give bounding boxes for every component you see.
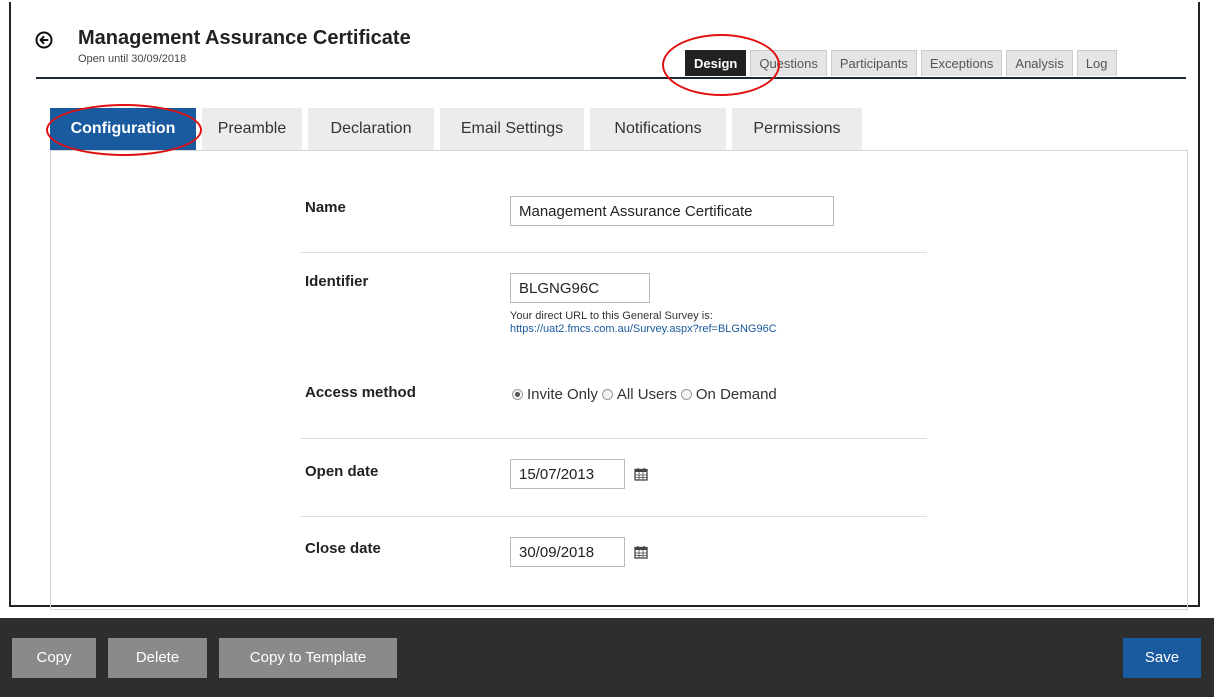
divider: [300, 438, 927, 439]
circle-arrow-left-icon[interactable]: [35, 31, 53, 49]
radio-label: On Demand: [695, 386, 777, 403]
tab-permissions[interactable]: Permissions: [732, 108, 862, 150]
identifier-help-text: Your direct URL to this General Survey i…: [510, 310, 713, 322]
tab-declaration[interactable]: Declaration: [308, 108, 434, 150]
tab-exceptions[interactable]: Exceptions: [920, 50, 1003, 76]
radio-button[interactable]: [512, 389, 523, 400]
copy-button[interactable]: Copy: [12, 638, 96, 678]
identifier-input[interactable]: [510, 273, 650, 303]
radio-label: All Users: [616, 386, 677, 403]
calendar-icon[interactable]: [634, 545, 648, 559]
close-date-input[interactable]: [510, 537, 625, 567]
radio-all-users[interactable]: All Users: [601, 386, 677, 403]
name-label: Name: [305, 199, 346, 216]
tab-preamble[interactable]: Preamble: [202, 108, 302, 150]
page-title: Management Assurance Certificate: [78, 27, 411, 49]
survey-url-link[interactable]: https://uat2.fmcs.com.au/Survey.aspx?ref…: [510, 323, 777, 335]
tab-analysis[interactable]: Analysis: [1006, 50, 1073, 76]
top-tab-bar: Design Questions Participants Exceptions…: [685, 50, 1121, 76]
access-method-label: Access method: [305, 384, 416, 401]
name-input[interactable]: [510, 196, 834, 226]
page-subtitle: Open until 30/09/2018: [78, 53, 187, 65]
divider: [300, 252, 927, 253]
tab-configuration[interactable]: Configuration: [50, 108, 196, 150]
access-method-group: Invite Only All Users On Demand: [512, 386, 781, 403]
tab-participants[interactable]: Participants: [830, 50, 917, 76]
sub-tab-bar: Configuration Preamble Declaration Email…: [50, 108, 868, 150]
close-date-label: Close date: [305, 540, 381, 557]
tab-divider: [36, 77, 1186, 79]
radio-invite-only[interactable]: Invite Only: [512, 386, 598, 403]
tab-notifications[interactable]: Notifications: [590, 108, 726, 150]
tab-questions[interactable]: Questions: [750, 50, 827, 76]
open-date-label: Open date: [305, 463, 379, 480]
radio-button[interactable]: [680, 389, 692, 400]
tab-log[interactable]: Log: [1076, 50, 1117, 76]
tab-design[interactable]: Design: [685, 50, 747, 76]
divider: [300, 516, 927, 517]
delete-button[interactable]: Delete: [108, 638, 207, 678]
radio-label: Invite Only: [527, 386, 598, 403]
radio-on-demand[interactable]: On Demand: [680, 386, 777, 403]
copy-to-template-button[interactable]: Copy to Template: [219, 638, 397, 678]
tab-email-settings[interactable]: Email Settings: [440, 108, 584, 150]
radio-button[interactable]: [601, 389, 613, 400]
calendar-icon[interactable]: [634, 467, 648, 481]
identifier-label: Identifier: [305, 273, 369, 290]
save-button[interactable]: Save: [1123, 638, 1201, 678]
open-date-input[interactable]: [510, 459, 625, 489]
